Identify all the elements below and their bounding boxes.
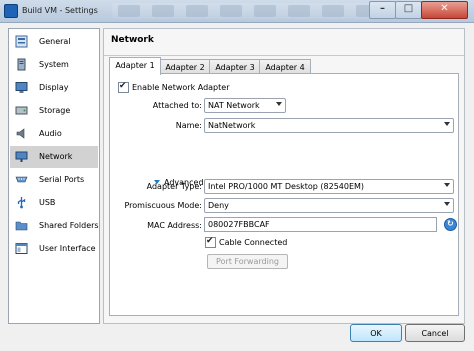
adapter-tab-content: ✔ Enable Network Adapter Attached to: NA… [109,73,459,316]
chevron-down-icon [444,202,450,206]
settings-sidebar: General System Display Storage Audio Net… [8,28,100,324]
sidebar-item-label: User Interface [39,244,96,253]
tab-adapter-3[interactable]: Adapter 3 [209,59,261,74]
tab-label: Adapter 1 [115,61,155,70]
sidebar-item-system[interactable]: System [10,54,98,76]
audio-icon [16,128,25,139]
cancel-button[interactable]: Cancel [405,324,465,342]
sidebar-item-label: Serial Ports [39,175,85,184]
sidebar-item-shared-folders[interactable]: Shared Folders [10,215,99,237]
virtualbox-icon [4,4,18,18]
system-icon [17,58,26,71]
generate-mac-button[interactable]: ↻ [444,218,457,231]
promiscuous-mode-select[interactable]: Deny [204,198,454,213]
tab-adapter-2[interactable]: Adapter 2 [159,59,211,74]
chevron-down-icon [444,183,450,187]
close-icon: ✕ [440,3,449,14]
shared-folders-icon [15,221,28,231]
chevron-down-icon [444,122,450,126]
adapter-type-select[interactable]: Intel PRO/1000 MT Desktop (82540EM) [204,179,454,194]
network-name-select[interactable]: NatNetwork [204,118,454,133]
storage-icon [15,106,28,115]
sidebar-item-storage[interactable]: Storage [10,100,98,122]
network-icon [15,151,28,162]
minimize-button[interactable]: – [369,1,396,19]
network-name-value: NatNetwork [208,121,256,130]
check-icon: ✔ [206,236,214,246]
serial-ports-icon [15,176,28,183]
mac-address-label: MAC Address: [147,221,202,230]
maximize-icon: □ [403,3,414,14]
adapter-type-label: Adapter Type: [146,182,202,191]
sidebar-item-serial-ports[interactable]: Serial Ports [10,169,98,191]
sidebar-item-network[interactable]: Network [10,146,98,168]
cable-connected-label: Cable Connected [219,238,288,247]
background-toolbar [112,3,412,19]
sidebar-item-label: Display [39,83,69,92]
chevron-down-icon [276,102,282,106]
user-interface-icon [15,243,28,254]
sidebar-item-label: Audio [39,129,62,138]
ok-button[interactable]: OK [350,324,402,342]
sidebar-item-audio[interactable]: Audio [10,123,98,145]
tab-label: Adapter 4 [265,63,305,72]
port-forwarding-label: Port Forwarding [216,257,279,266]
tab-label: Adapter 3 [215,63,255,72]
tab-label: Adapter 2 [165,63,205,72]
sidebar-item-general[interactable]: General [10,31,98,53]
general-icon [15,35,28,48]
maximize-button[interactable]: □ [395,1,422,19]
cancel-label: Cancel [421,329,449,338]
divider [104,55,464,56]
enable-adapter-checkbox[interactable]: ✔ [118,81,129,93]
enable-adapter-label: Enable Network Adapter [132,83,230,92]
window-title: Build VM - Settings [22,6,98,15]
sidebar-item-label: Shared Folders [39,221,99,230]
sidebar-item-label: Storage [39,106,71,115]
attached-to-label: Attached to: [152,101,202,110]
title-bar: Build VM - Settings – □ ✕ [0,0,474,23]
attached-to-select[interactable]: NAT Network [204,98,286,113]
ok-label: OK [370,329,382,338]
settings-panel: Network Adapter 1 Adapter 2 Adapter 3 Ad… [103,28,465,324]
attached-to-value: NAT Network [208,101,260,110]
adapter-type-value: Intel PRO/1000 MT Desktop (82540EM) [208,182,365,191]
display-icon [15,82,28,93]
page-title: Network [111,35,154,45]
sidebar-item-label: Network [39,152,73,161]
refresh-icon: ↻ [447,219,454,228]
mac-address-value: 080027FBBCAF [208,220,270,229]
close-button[interactable]: ✕ [421,1,468,19]
name-label: Name: [175,121,202,130]
mac-address-input[interactable]: 080027FBBCAF [204,217,437,232]
sidebar-item-usb[interactable]: USB [10,192,98,214]
minimize-icon: – [380,3,385,14]
usb-icon [17,197,26,209]
promiscuous-mode-value: Deny [208,201,229,210]
check-icon: ✔ [119,81,127,91]
tab-adapter-1[interactable]: Adapter 1 [109,57,161,75]
sidebar-item-label: General [39,37,71,46]
promiscuous-mode-label: Promiscuous Mode: [124,201,202,210]
sidebar-item-label: USB [39,198,56,207]
sidebar-item-label: System [39,60,69,69]
tab-adapter-4[interactable]: Adapter 4 [259,59,311,74]
cable-connected-checkbox[interactable]: ✔ [205,236,216,248]
port-forwarding-button[interactable]: Port Forwarding [207,254,288,269]
sidebar-item-user-interface[interactable]: User Interface [10,238,98,260]
sidebar-item-display[interactable]: Display [10,77,98,99]
